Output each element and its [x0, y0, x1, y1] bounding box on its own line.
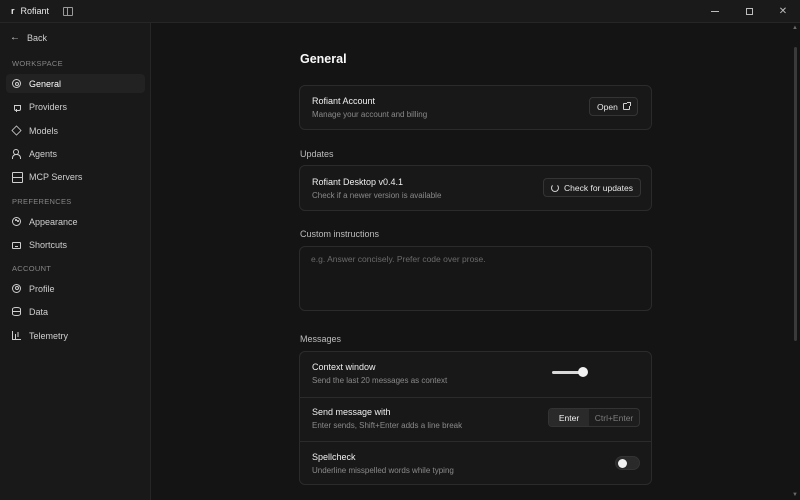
chart-icon: [12, 331, 21, 340]
close-icon: ✕: [778, 6, 788, 17]
minimize-button[interactable]: [698, 0, 732, 23]
custom-instructions-placeholder: e.g. Answer concisely. Prefer code over …: [311, 254, 486, 264]
context-window-title: Context window: [312, 362, 376, 372]
minimize-icon: [711, 11, 719, 12]
sidebar-item-appearance[interactable]: Appearance: [6, 212, 145, 231]
sidebar-item-label: Agents: [29, 148, 58, 159]
check-updates-label: Check for updates: [564, 182, 633, 193]
sidebar-item-label: Models: [29, 125, 59, 136]
sidebar-item-label: Profile: [29, 283, 55, 294]
main-content: ▲ ▼ General Rofiant Account Manage your …: [152, 23, 800, 500]
account-card: Rofiant Account Manage your account and …: [299, 85, 652, 130]
maximize-button[interactable]: [732, 0, 766, 23]
section-title-preferences: PREFERENCES: [12, 197, 72, 206]
sidebar-item-label: MCP Servers: [29, 171, 83, 182]
window-controls: ✕: [698, 0, 800, 23]
back-button[interactable]: ← Back: [10, 32, 47, 43]
sidebar-item-data[interactable]: Data: [6, 302, 145, 321]
sidebar-item-shortcuts[interactable]: Shortcuts: [6, 235, 145, 254]
spellcheck-toggle[interactable]: [615, 456, 640, 470]
messages-card: Context window Send the last 20 messages…: [299, 351, 652, 485]
sidebar-item-mcp-servers[interactable]: MCP Servers: [6, 167, 145, 186]
page-title: General: [300, 52, 347, 66]
users-icon: [12, 149, 21, 159]
sidebar-item-providers[interactable]: Providers: [6, 97, 145, 116]
spellcheck-toggle-knob: [618, 459, 627, 468]
sidebar-item-models[interactable]: Models: [6, 121, 145, 140]
app-name: Rofiant: [20, 6, 50, 16]
app-logo-icon: r: [11, 6, 15, 16]
spellcheck-description: Underline misspelled words while typing: [312, 466, 454, 475]
sidebar-item-telemetry[interactable]: Telemetry: [6, 326, 145, 345]
account-title: Rofiant Account: [312, 96, 376, 106]
send-with-option-enter[interactable]: Enter: [549, 409, 589, 426]
sidebar-item-label: Providers: [29, 101, 68, 112]
row-divider: [300, 397, 651, 398]
database-icon: [12, 307, 21, 316]
section-title-account: ACCOUNT: [12, 264, 52, 273]
profile-icon: [12, 284, 21, 293]
custom-instructions-input[interactable]: e.g. Answer concisely. Prefer code over …: [299, 246, 652, 311]
refresh-icon: [551, 183, 559, 192]
send-with-option-ctrl-enter[interactable]: Ctrl+Enter: [589, 409, 639, 426]
messages-label: Messages: [300, 334, 342, 344]
check-updates-button[interactable]: Check for updates: [543, 178, 641, 197]
scroll-up-icon[interactable]: ▲: [792, 25, 798, 31]
scroll-down-icon[interactable]: ▼: [792, 492, 798, 498]
keyboard-icon: [12, 241, 21, 249]
sidebar-item-label: Appearance: [29, 216, 78, 227]
send-with-description: Enter sends, Shift+Enter adds a line bre…: [312, 421, 463, 430]
version-description: Check if a newer version is available: [312, 191, 442, 200]
server-icon: [12, 172, 23, 183]
row-divider: [300, 441, 651, 442]
custom-instructions-label: Custom instructions: [300, 229, 380, 239]
open-account-button[interactable]: Open: [589, 97, 638, 116]
context-window-slider-thumb[interactable]: [578, 367, 588, 377]
external-link-icon: [622, 102, 631, 110]
sidebar-item-label: Shortcuts: [29, 239, 68, 250]
sidebar-item-profile[interactable]: Profile: [6, 279, 145, 298]
spellcheck-title: Spellcheck: [312, 452, 356, 462]
send-with-segmented-control[interactable]: Enter Ctrl+Enter: [548, 408, 640, 427]
title-bar: r Rofiant ✕: [0, 0, 800, 23]
account-description: Manage your account and billing: [312, 110, 428, 119]
section-title-workspace: WORKSPACE: [12, 59, 63, 68]
close-button[interactable]: ✕: [766, 0, 800, 23]
back-label: Back: [27, 32, 48, 43]
context-window-description: Send the last 20 messages as context: [312, 376, 448, 385]
send-with-title: Send message with: [312, 407, 391, 417]
cube-icon: [11, 125, 22, 136]
gear-icon: [12, 79, 21, 88]
sidebar-toggle-icon[interactable]: [63, 6, 74, 16]
scrollbar[interactable]: [794, 47, 797, 341]
arrow-left-icon: ←: [10, 32, 20, 43]
sidebar: ← Back WORKSPACE General Providers Model…: [0, 23, 151, 500]
palette-icon: [12, 217, 21, 226]
maximize-icon: [745, 8, 753, 15]
updates-label: Updates: [300, 149, 334, 159]
sidebar-item-label: Data: [29, 306, 49, 317]
sidebar-item-agents[interactable]: Agents: [6, 144, 145, 163]
sidebar-item-label: General: [29, 78, 62, 89]
plug-icon: [12, 102, 21, 112]
sidebar-item-label: Telemetry: [29, 330, 69, 341]
sidebar-item-general[interactable]: General: [6, 74, 145, 93]
updates-card: Rofiant Desktop v0.4.1 Check if a newer …: [299, 165, 652, 211]
open-label: Open: [597, 101, 618, 112]
version-title: Rofiant Desktop v0.4.1: [312, 177, 404, 187]
